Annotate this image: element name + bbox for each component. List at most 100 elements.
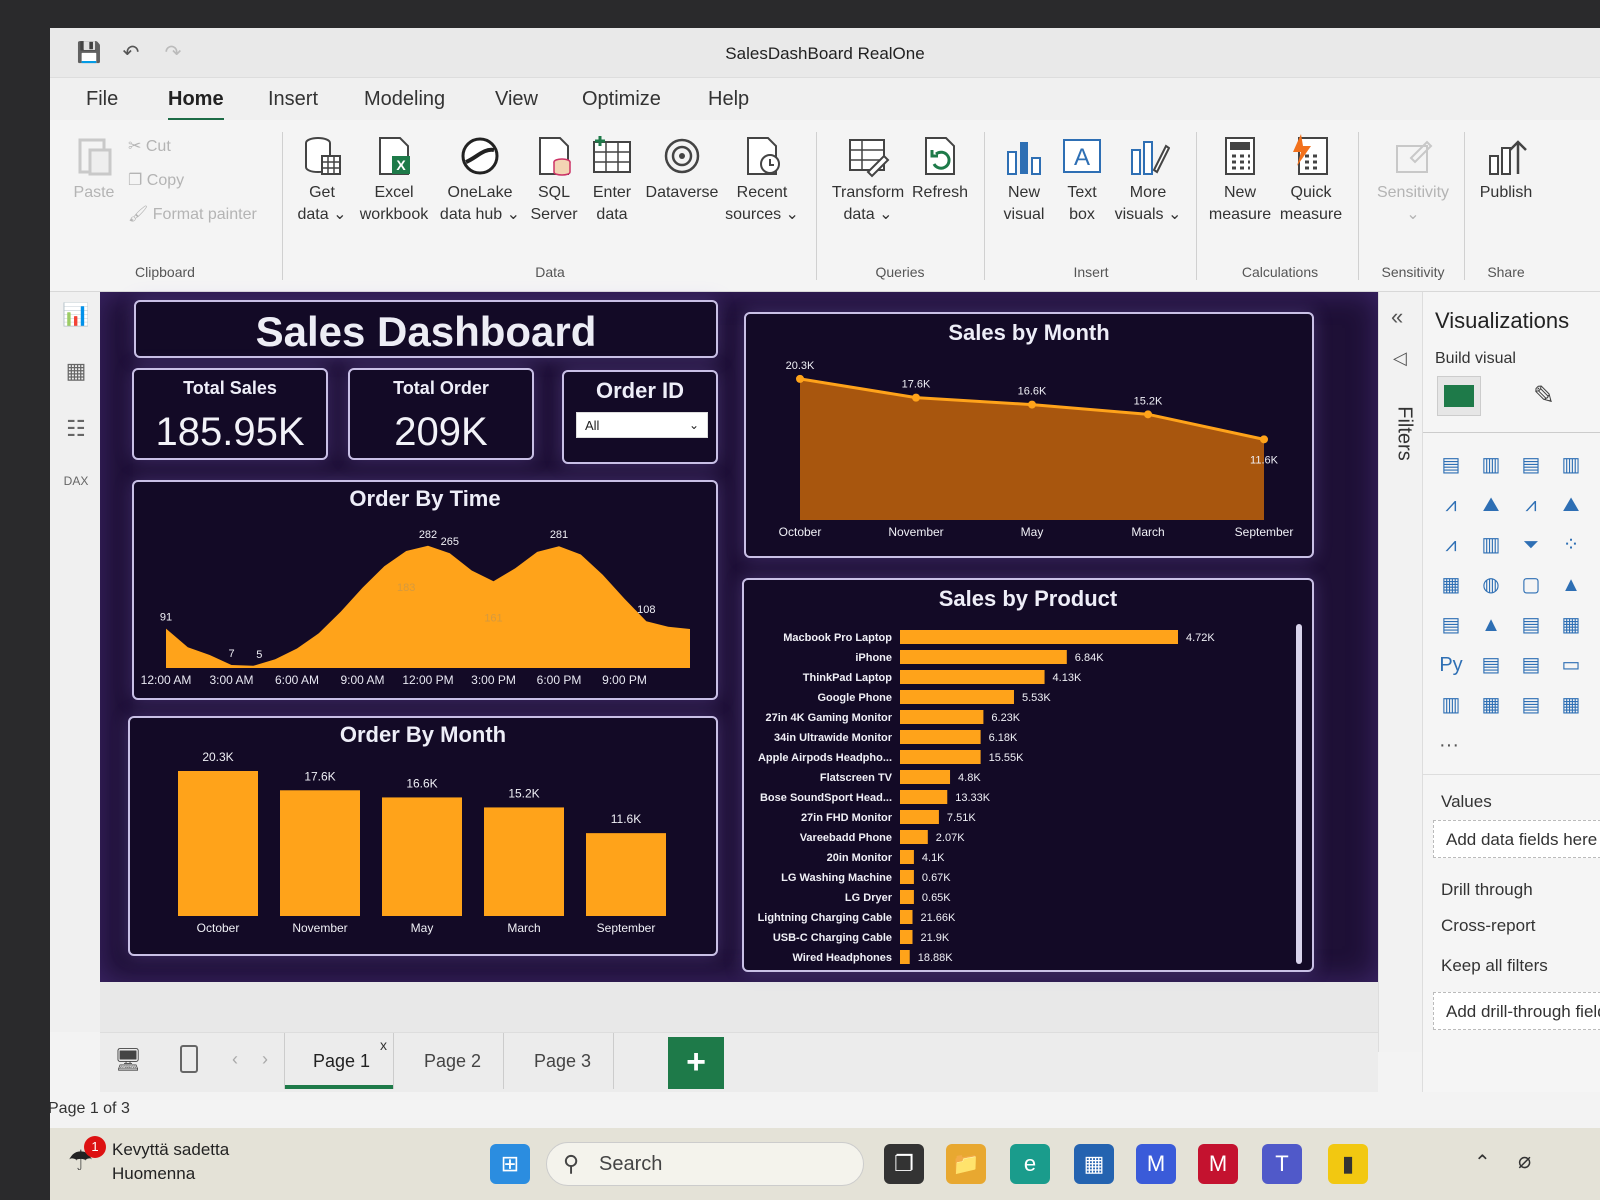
more-options-icon[interactable]: ··· — [1439, 734, 1459, 757]
sensitivity-icon — [1396, 140, 1433, 173]
refresh-button[interactable]: Refresh — [908, 134, 972, 204]
excel-workbook-button[interactable]: X Excel workbook — [352, 134, 436, 226]
stacked-column-visual-icon[interactable]: ▥ — [1477, 452, 1505, 478]
task-view-icon[interactable]: ❐ — [884, 1144, 924, 1184]
mcafee-icon[interactable]: M — [1198, 1144, 1238, 1184]
page-tab-2[interactable]: Page 2 — [394, 1033, 504, 1089]
key-influencers-visual-icon[interactable]: ▤ — [1477, 652, 1505, 678]
edge-icon[interactable]: e — [1010, 1144, 1050, 1184]
order-id-slicer[interactable]: Order ID All ⌄ — [562, 370, 718, 464]
ribbon-visual-icon[interactable]: ⛰ — [1557, 492, 1585, 518]
sensitivity-button[interactable]: Sensitivity ⌄ — [1368, 134, 1458, 226]
power-apps-visual-icon[interactable]: ▦ — [1477, 692, 1505, 718]
python-visual-icon[interactable]: Py — [1437, 652, 1465, 678]
order-by-time-card[interactable]: Order By Time 12:00 AM 3:00 AM 6:00 AM 9:00… — [132, 480, 718, 700]
format-painter-button[interactable]: 🖌 Format painter — [128, 204, 257, 224]
quick-measure-button[interactable]: Quick measure — [1276, 134, 1346, 226]
sql-server-button[interactable]: SQL Server — [524, 134, 584, 226]
line-visual-icon[interactable]: ⩘ — [1437, 492, 1465, 518]
line-column-visual-icon[interactable]: ⩘ — [1437, 532, 1465, 558]
app-icon[interactable]: M — [1136, 1144, 1176, 1184]
filters-pane[interactable]: « ◁ Filters — [1378, 292, 1422, 1052]
powerbi-icon[interactable]: ▮ — [1328, 1144, 1368, 1184]
y-tick-label: 27in 4K Gaming Monitor — [765, 712, 892, 724]
paste-button[interactable]: Paste — [66, 134, 122, 204]
tab-modeling[interactable]: Modeling — [364, 88, 445, 111]
desktop-layout-icon[interactable]: 🖥 — [114, 1047, 142, 1073]
mobile-layout-icon[interactable] — [180, 1045, 198, 1073]
clustered-column-visual-icon[interactable]: ▥ — [1557, 452, 1585, 478]
next-page-icon[interactable]: › — [262, 1049, 268, 1070]
page-tab-1[interactable]: Page 1 x — [284, 1033, 394, 1089]
values-drop-field[interactable]: Add data fields here — [1433, 820, 1600, 858]
network-icon[interactable]: ⌀ — [1518, 1148, 1531, 1174]
column-line-visual-icon[interactable]: ▥ — [1477, 532, 1505, 558]
order-id-dropdown[interactable]: All ⌄ — [576, 412, 708, 438]
table-visual-icon[interactable]: ▦ — [1557, 612, 1585, 638]
recent-sources-button[interactable]: Recent sources ⌄ — [724, 134, 800, 226]
clustered-bar-visual-icon[interactable]: ▤ — [1517, 452, 1545, 478]
area-visual-icon[interactable]: ⛰ — [1477, 492, 1505, 518]
scrollbar[interactable] — [1296, 624, 1302, 964]
collapse-icon[interactable]: « — [1391, 304, 1403, 330]
report-view-icon[interactable]: 📊 — [62, 302, 90, 330]
total-order-card[interactable]: Total Order 209K — [348, 368, 534, 460]
text-box-button[interactable]: A Text box — [1054, 134, 1110, 226]
page-tab-3[interactable]: Page 3 — [504, 1033, 614, 1089]
tab-file[interactable]: File — [86, 88, 118, 111]
dax-query-icon[interactable]: DAX — [62, 474, 90, 502]
get-data-button[interactable]: Get data ⌄ — [294, 134, 350, 226]
treemap-visual-icon[interactable]: ▦ — [1437, 572, 1465, 598]
filled-map-visual-icon[interactable]: ▢ — [1517, 572, 1545, 598]
drill-through-drop-field[interactable]: Add drill-through fields — [1433, 992, 1600, 1030]
sales-by-product-card[interactable]: Sales by Product Macbook Pro Laptop 4.72K… — [742, 578, 1314, 972]
publish-button[interactable]: Publish — [1474, 134, 1538, 204]
tab-optimize[interactable]: Optimize — [582, 88, 661, 111]
funnel-visual-icon[interactable]: ⏷ — [1517, 532, 1545, 558]
stacked-bar-visual-icon[interactable]: ▤ — [1437, 452, 1465, 478]
cut-button[interactable]: ✂ Cut — [128, 136, 171, 156]
taskbar-search[interactable]: ⚲ Search — [546, 1142, 864, 1186]
format-visual-icon[interactable]: ✎ — [1533, 380, 1555, 411]
tab-insert[interactable]: Insert — [268, 88, 318, 111]
windows-start-icon[interactable]: ⊞ — [490, 1144, 530, 1184]
build-visual-tab[interactable] — [1437, 376, 1481, 416]
chevron-up-icon[interactable]: ⌃ — [1474, 1150, 1491, 1175]
paginated-visual-icon[interactable]: ▥ — [1437, 692, 1465, 718]
card-visual-icon[interactable]: ▤ — [1437, 612, 1465, 638]
tab-help[interactable]: Help — [708, 88, 749, 111]
slicer-visual-icon[interactable]: ▤ — [1517, 612, 1545, 638]
close-icon[interactable]: x — [380, 1037, 387, 1053]
enter-data-button[interactable]: Enter data — [584, 134, 640, 226]
stacked-area-visual-icon[interactable]: ⩘ — [1517, 492, 1545, 518]
new-measure-button[interactable]: New measure — [1206, 134, 1274, 226]
store-icon[interactable]: ▦ — [1074, 1144, 1114, 1184]
kpi-visual-icon[interactable]: ▲ — [1477, 612, 1505, 638]
azure-map-visual-icon[interactable]: ▲ — [1557, 572, 1585, 598]
scatter-visual-icon[interactable]: ⁘ — [1557, 532, 1585, 558]
new-visual-button[interactable]: New visual — [994, 134, 1054, 226]
sales-by-month-card[interactable]: Sales by Month 20.3K October 17.6K November… — [744, 312, 1314, 558]
tab-home[interactable]: Home — [168, 88, 224, 121]
total-sales-card[interactable]: Total Sales 185.95K — [132, 368, 328, 460]
decomposition-visual-icon[interactable]: ▤ — [1517, 652, 1545, 678]
map-visual-icon[interactable]: ◍ — [1477, 572, 1505, 598]
order-by-time-chart: 12:00 AM 3:00 AM 6:00 AM 9:00 AM 12:00 PM 3:0… — [141, 529, 690, 687]
teams-icon[interactable]: T — [1262, 1144, 1302, 1184]
more-visuals-button[interactable]: More visuals ⌄ — [1112, 134, 1184, 226]
copy-button[interactable]: ❐ Copy — [128, 170, 184, 190]
arcgis-visual-icon[interactable]: ▦ — [1557, 692, 1585, 718]
file-explorer-icon[interactable]: 📁 — [946, 1144, 986, 1184]
add-page-button[interactable]: + — [668, 1037, 724, 1089]
prev-page-icon[interactable]: ‹ — [232, 1049, 238, 1070]
qa-visual-icon[interactable]: ▭ — [1557, 652, 1585, 678]
tab-view[interactable]: View — [495, 88, 538, 111]
transform-data-button[interactable]: Transform data ⌄ — [828, 134, 908, 226]
power-automate-visual-icon[interactable]: ▤ — [1517, 692, 1545, 718]
dataverse-button[interactable]: Dataverse — [640, 134, 724, 204]
bar — [900, 950, 910, 964]
order-by-month-card[interactable]: Order By Month 20.3K October 17.6K November… — [128, 716, 718, 956]
table-view-icon[interactable]: ▦ — [62, 358, 90, 386]
onelake-button[interactable]: OneLake data hub ⌄ — [438, 134, 522, 226]
model-view-icon[interactable]: ☷ — [62, 416, 90, 444]
